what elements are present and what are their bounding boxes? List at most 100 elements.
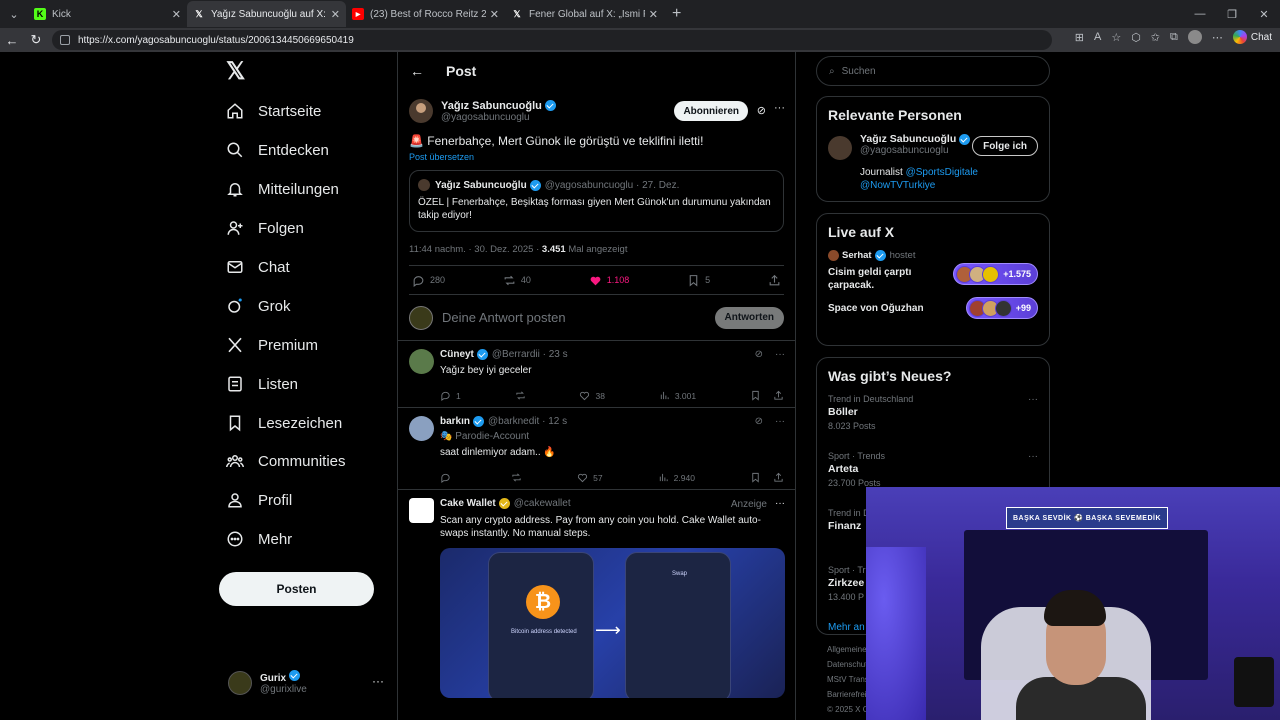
subscribe-button[interactable]: Abonnieren [674,101,748,121]
tab-search-icon[interactable]: ⌄ [0,8,28,21]
footer-link[interactable]: Barrierefrei [827,687,869,702]
reply-handle[interactable]: @Berrardii · 23 s [492,349,568,360]
nav-grok[interactable]: Grok [226,292,291,320]
footer-link[interactable]: Allgemeine [827,642,869,657]
account-more-icon[interactable]: ··· [372,674,384,688]
nav-lesezeichen[interactable]: Lesezeichen [226,409,342,437]
person-name[interactable]: Yağız Sabuncuoğlu [860,133,956,145]
more-options-icon[interactable]: ··· [1028,394,1038,405]
cake-wallet-logo-icon[interactable] [409,498,434,523]
share-action[interactable] [768,274,781,287]
nav-mehr[interactable]: Mehr [226,525,292,553]
reload-icon[interactable]: ↻ [24,32,48,48]
nav-mitteilungen[interactable]: Mitteilungen [226,175,339,203]
grok-explain-icon[interactable]: ⊘ [757,104,766,117]
nav-premium[interactable]: Premium [226,331,318,359]
avatar[interactable] [409,416,434,441]
more-options-icon[interactable]: ··· [775,498,785,509]
like-action[interactable]: 38 [579,390,605,401]
avatar[interactable] [828,136,852,160]
close-tab-icon[interactable]: ✕ [649,8,658,21]
footer-link[interactable]: Datenschut [827,657,869,672]
close-tab-icon[interactable]: ✕ [331,8,340,21]
reply-handle[interactable]: @barknedit · 12 s [488,416,567,427]
extensions-icon[interactable]: ⬡ [1131,31,1141,44]
following-button[interactable]: Folge ich [972,136,1038,156]
bookmark-action[interactable]: 5 [687,274,710,287]
account-switcher[interactable]: Gurix @gurixlive ··· [228,670,388,695]
install-app-icon[interactable]: ⊞ [1075,31,1084,44]
reply-item[interactable]: barkın @barknedit · 12 s 🎭 Parodie-Accoun… [398,408,795,490]
ad-author[interactable]: Cake Wallet [440,498,496,509]
close-window-icon[interactable]: ✕ [1248,8,1280,21]
read-aloud-icon[interactable]: A [1094,31,1101,43]
favorite-star-icon[interactable]: ☆ [1111,31,1121,44]
reply-author[interactable]: Cüneyt [440,349,474,360]
favorites-icon[interactable]: ✩ [1151,31,1160,44]
like-action[interactable]: 57 [577,472,603,483]
nav-entdecken[interactable]: Entdecken [226,136,329,164]
avatar[interactable] [409,99,433,123]
bio-mention-link[interactable]: @NowTVTurkiye [860,180,935,191]
ad-image[interactable]: ₿ Bitcoin address detected ⟶ Swap [440,548,785,698]
close-tab-icon[interactable]: ✕ [172,8,181,21]
reply-action[interactable]: 280 [412,274,445,287]
reply-input[interactable]: Deine Antwort posten [442,310,715,325]
post-button[interactable]: Posten [219,572,374,606]
bookmark-action[interactable] [750,390,761,401]
more-options-icon[interactable]: ··· [1028,451,1038,462]
tab-x-post[interactable]: 𝕏 Yağız Sabuncuoğlu auf X: „🚨 Fen ✕ [187,1,346,27]
bookmark-action[interactable] [750,472,761,483]
repost-action[interactable] [511,472,522,483]
close-tab-icon[interactable]: ✕ [490,8,499,21]
share-action[interactable] [773,472,784,483]
reply-button[interactable]: Antworten [714,306,784,329]
reply-author[interactable]: barkın [440,416,470,427]
listeners-pill[interactable]: +1.575 [953,263,1038,285]
share-action[interactable] [773,390,784,401]
reply-action[interactable]: 1 [440,390,461,401]
repost-action[interactable]: 40 [503,274,531,287]
person-handle[interactable]: @yagosabuncuoglu [860,145,970,156]
search-input[interactable]: ⌕ Suchen [816,56,1050,86]
tab-fener-global[interactable]: 𝕏 Fener Global auf X: „İsmi Fenerbah ✕ [505,1,664,27]
live-space-item[interactable]: Space von Oğuzhan +99 [828,297,1038,319]
bio-mention-link[interactable]: @SportsDigitale [906,167,978,178]
back-arrow-icon[interactable]: ← [410,63,424,79]
person-row[interactable]: Yağız Sabuncuoğlu @yagosabuncuoglu Folge… [828,133,1038,160]
more-options-icon[interactable]: ··· [774,102,785,114]
new-tab-icon[interactable]: + [672,5,681,23]
reply-item[interactable]: Cüneyt @Berrardii · 23 s Yağız bey iyi ge… [398,341,795,408]
nav-startseite[interactable]: Startseite [226,97,321,125]
tab-kick[interactable]: K Kick ✕ [28,1,187,27]
back-icon[interactable]: ← [0,33,24,48]
collections-icon[interactable]: ⧉ [1170,31,1178,44]
nav-folgen[interactable]: Folgen [226,214,304,242]
address-bar[interactable]: https://x.com/yagosabuncuoglu/status/200… [52,30,1052,50]
views-action[interactable]: 2.940 [658,472,695,483]
nav-communities[interactable]: Communities [226,447,346,475]
grok-explain-icon[interactable]: ⊘ [755,349,763,360]
listeners-pill[interactable]: +99 [965,297,1038,319]
author-handle[interactable]: @yagosabuncuoglu [441,112,556,123]
nav-profil[interactable]: Profil [226,486,292,514]
profile-avatar-icon[interactable] [1187,30,1202,44]
translate-link[interactable]: Post übersetzen [409,152,784,162]
promoted-post[interactable]: Cake Wallet @cakewallet Anzeige ··· Scan … [398,490,795,698]
nav-chat[interactable]: Chat [226,253,290,281]
x-logo-icon[interactable]: 𝕏 [226,60,250,84]
quoted-post[interactable]: Yağız Sabuncuoğlu @yagosabuncuoglu · 27.… [409,170,784,232]
repost-action[interactable] [515,390,526,401]
trend-item[interactable]: Trend in Deutschland Böller 8.023 Posts ··· [828,394,1038,449]
tab-youtube[interactable]: ▶ (23) Best of Rocco Reitz 2023/24 🚀 ✕ [346,1,505,27]
nav-listen[interactable]: Listen [226,370,298,398]
restore-icon[interactable]: ❐ [1216,8,1248,21]
post-time[interactable]: 11:44 nachm. · 30. Dez. 2025 · [409,244,542,255]
menu-dots-icon[interactable]: ⋯ [1212,31,1223,44]
grok-explain-icon[interactable]: ⊘ [755,416,763,427]
footer-link[interactable]: MStV Trans [827,672,869,687]
live-space-item[interactable]: Serhat hostet Cisim geldi çarptı çarpacak… [828,250,1038,292]
minimize-icon[interactable]: — [1184,8,1216,20]
copilot-chat-button[interactable]: Chat [1232,30,1272,44]
like-action[interactable]: 1.108 [589,274,629,287]
